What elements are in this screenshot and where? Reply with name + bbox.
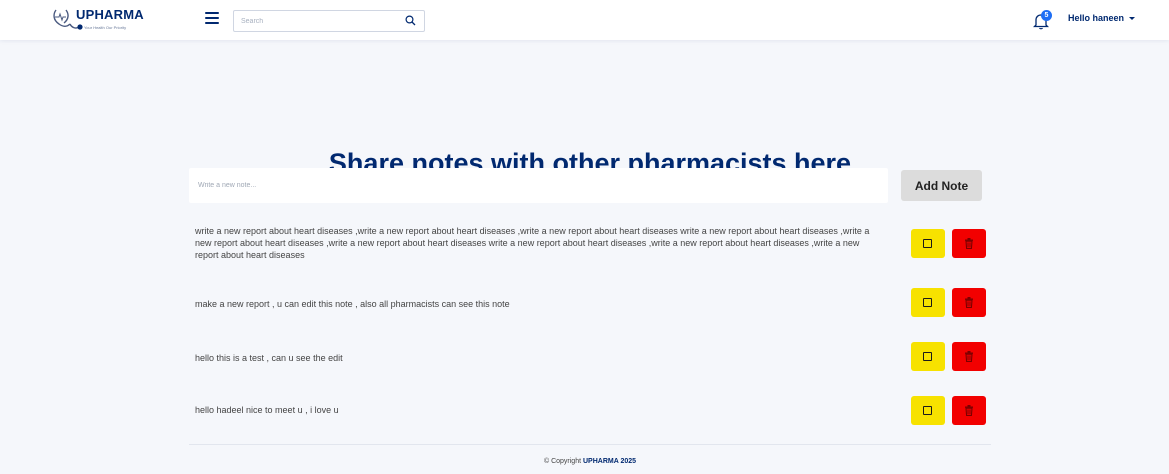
add-note-button[interactable]: Add Note [901,170,982,201]
delete-note-button[interactable] [952,288,986,317]
copyright-brand: UPHARMA 2025 [582,458,637,465]
search-icon[interactable] [405,15,416,26]
brand-logo[interactable]: UPHARMA Your Health Our Priority [52,6,172,36]
search-box [233,10,425,32]
top-header: UPHARMA Your Health Our Priority 5 Hello… [0,0,1169,40]
copyright-prefix: © Copyright [543,458,582,465]
edit-note-button[interactable] [911,396,945,425]
delete-note-button[interactable] [952,229,986,258]
note-text: write a new report about heart diseases … [195,226,870,260]
note-text: hello hadeel nice to meet u , i love u [195,405,339,415]
footer-copyright: © Copyright UPHARMA 2025 [0,458,1169,465]
edit-square-icon [923,352,932,361]
footer-divider [189,444,991,445]
delete-note-button[interactable] [952,342,986,371]
hamburger-menu-icon[interactable] [205,12,219,25]
new-note-input[interactable] [189,168,888,203]
trash-icon [965,405,973,416]
trash-icon [965,297,973,308]
edit-square-icon [923,239,932,248]
trash-icon [965,351,973,362]
note-text: hello this is a test , can u see the edi… [195,353,343,363]
user-greeting: Hello haneen [1068,13,1125,23]
notification-badge: 5 [1041,10,1052,21]
edit-square-icon [923,406,932,415]
brand-tagline: Your Health Our Priority [84,25,127,30]
caret-down-icon [1129,17,1136,21]
user-menu[interactable]: Hello haneen [1068,13,1136,27]
trash-icon [965,238,973,249]
edit-note-button[interactable] [911,342,945,371]
note-text: make a new report , u can edit this note… [195,299,510,309]
brand-name: UPHARMA [76,7,144,22]
search-input[interactable] [234,11,399,31]
edit-note-button[interactable] [911,288,945,317]
edit-note-button[interactable] [911,229,945,258]
edit-square-icon [923,298,932,307]
delete-note-button[interactable] [952,396,986,425]
